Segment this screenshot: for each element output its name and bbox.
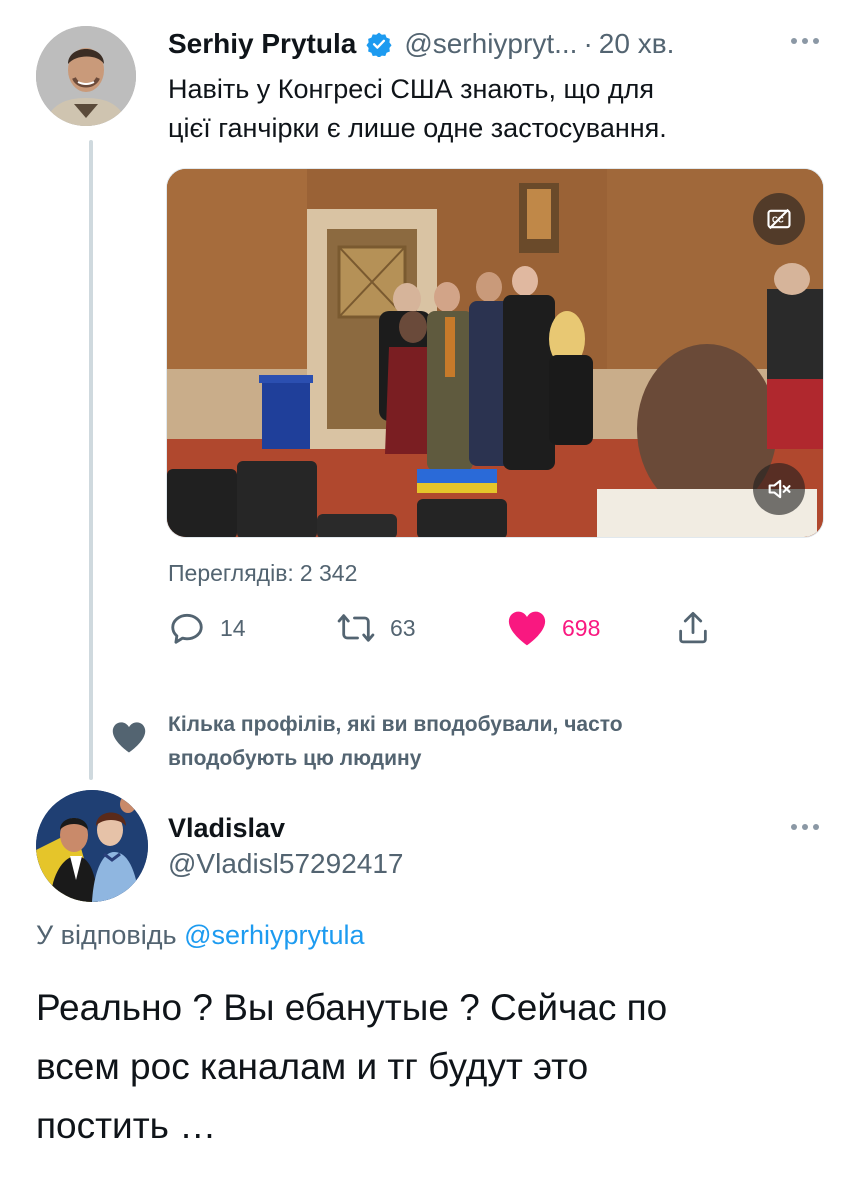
retweet-icon bbox=[337, 614, 375, 642]
reply-text-line: всем рос каналам и тг будут это bbox=[36, 1046, 589, 1087]
reply-author-avatar[interactable] bbox=[36, 790, 148, 902]
separator-dot: · bbox=[583, 28, 593, 59]
more-options-icon[interactable] bbox=[788, 36, 822, 46]
tweet-text: Навіть у Конгресі США знають, що для ціє… bbox=[168, 70, 828, 148]
more-options-icon[interactable] bbox=[788, 822, 822, 832]
reply-text-line: постить … bbox=[36, 1105, 217, 1146]
reply-count: 14 bbox=[220, 614, 246, 641]
heart-icon bbox=[508, 611, 546, 646]
share-button[interactable] bbox=[676, 606, 710, 650]
tweet-timestamp[interactable]: 20 хв. bbox=[599, 28, 675, 60]
social-context-line: вподобують цю людину bbox=[168, 747, 422, 770]
retweet-button[interactable]: 63 bbox=[336, 606, 416, 650]
verified-badge-icon bbox=[366, 32, 392, 57]
reply-icon bbox=[171, 613, 203, 644]
author-avatar[interactable] bbox=[36, 26, 136, 126]
views-number: 2 342 bbox=[299, 560, 358, 586]
tweet-text-line: Навіть у Конгресі США знають, що для bbox=[168, 74, 655, 104]
social-context-line: Кілька профілів, які ви вподобували, час… bbox=[168, 713, 623, 736]
reply-text: Реально ? Вы ебанутые ? Сейчас по всем р… bbox=[36, 978, 836, 1155]
replying-to: У відповідь @serhiyprytula bbox=[36, 920, 365, 951]
reply-author-name[interactable]: Vladislav bbox=[168, 813, 285, 844]
reply-mention-link[interactable]: @serhiyprytula bbox=[184, 920, 364, 950]
video-frame bbox=[167, 169, 823, 537]
thread-line bbox=[89, 140, 93, 780]
reply-button[interactable]: 14 bbox=[168, 606, 246, 650]
author-handle[interactable]: @serhiypryt... bbox=[404, 28, 577, 60]
like-count: 698 bbox=[562, 614, 601, 641]
retweet-count: 63 bbox=[390, 614, 416, 641]
reply-text-line: Реально ? Вы ебанутые ? Сейчас по bbox=[36, 987, 668, 1028]
reply-author-handle[interactable]: @Vladisl57292417 bbox=[168, 848, 403, 880]
social-context: Кілька профілів, які ви вподобували, час… bbox=[168, 708, 808, 776]
video-player[interactable]: CC bbox=[166, 168, 824, 538]
tweet-header: Serhiy Prytula @serhiypryt... · 20 хв. bbox=[168, 22, 828, 66]
reply-prefix: У відповідь bbox=[36, 920, 177, 950]
mute-icon[interactable] bbox=[753, 463, 805, 515]
cc-icon[interactable]: CC bbox=[753, 193, 805, 245]
tweet-text-line: цієї ганчірки є лише одне застосування. bbox=[168, 113, 667, 143]
tweet-actions: 14 63 698 bbox=[168, 606, 728, 650]
like-button[interactable]: 698 bbox=[506, 606, 600, 650]
share-icon bbox=[679, 611, 707, 644]
view-count: Переглядів: 2 342 bbox=[168, 560, 357, 587]
author-name[interactable]: Serhiy Prytula bbox=[168, 28, 356, 60]
social-heart-icon bbox=[112, 722, 146, 753]
views-label: Переглядів: bbox=[168, 560, 294, 586]
